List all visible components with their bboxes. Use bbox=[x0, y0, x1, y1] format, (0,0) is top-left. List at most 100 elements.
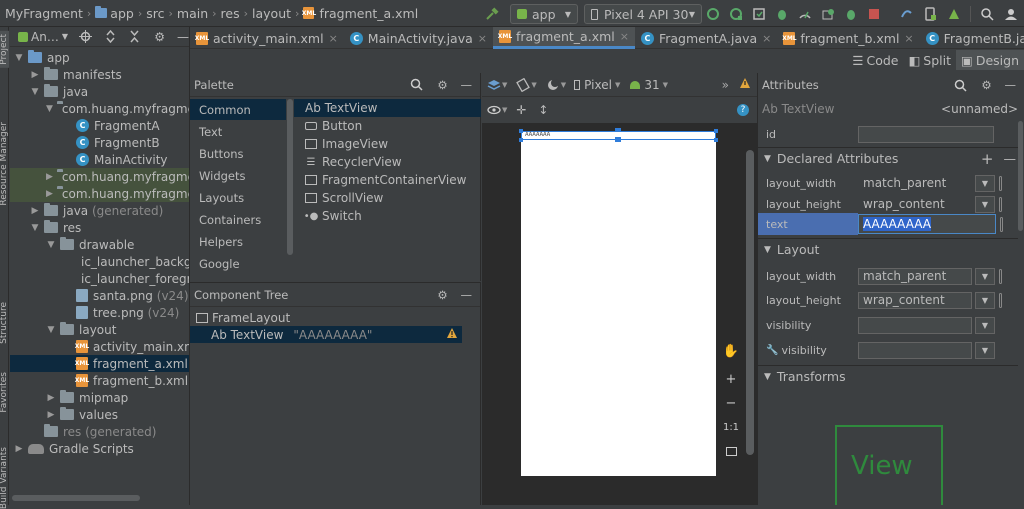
pan-hand-icon[interactable]: ✋ bbox=[720, 340, 742, 362]
tree-item-mainactivity[interactable]: C MainActivity bbox=[10, 151, 189, 168]
apply-changes-icon[interactable] bbox=[728, 6, 744, 22]
collapse-all-icon[interactable] bbox=[127, 29, 142, 45]
category-scrollbar[interactable] bbox=[287, 99, 293, 255]
warning-icon[interactable] bbox=[446, 327, 458, 342]
close-icon[interactable]: × bbox=[620, 30, 629, 43]
tab-fragmentb-java[interactable]: CFragmentB.java× bbox=[920, 27, 1024, 49]
id-input[interactable] bbox=[858, 125, 994, 143]
palette-item-scrollview[interactable]: ScrollView bbox=[294, 189, 481, 207]
breadcrumb-main[interactable]: main bbox=[177, 6, 208, 21]
palette-item-imageview[interactable]: ImageView bbox=[294, 135, 481, 153]
resource-picker-icon[interactable] bbox=[999, 175, 1002, 191]
breadcrumb-layout[interactable]: layout bbox=[252, 6, 291, 21]
attach-debugger-icon[interactable] bbox=[820, 6, 836, 22]
apply-code-changes-icon[interactable] bbox=[751, 6, 767, 22]
resource-picker-icon[interactable] bbox=[999, 196, 1002, 212]
search-icon[interactable] bbox=[953, 77, 969, 93]
more-icon[interactable]: » bbox=[722, 78, 729, 92]
minimize-icon[interactable]: — bbox=[1005, 78, 1017, 92]
close-icon[interactable]: × bbox=[762, 32, 771, 45]
vertical-distribute-icon[interactable]: ↕ bbox=[535, 102, 551, 118]
gear-icon[interactable]: ⚙ bbox=[979, 77, 995, 93]
attribute-value[interactable]: wrap_content bbox=[858, 291, 972, 309]
breadcrumb-res[interactable]: res bbox=[221, 6, 240, 21]
profile-icon[interactable] bbox=[797, 6, 813, 22]
palette-category-widgets[interactable]: Widgets bbox=[190, 165, 286, 186]
remove-attribute-icon[interactable]: — bbox=[1004, 151, 1017, 166]
tree-item-fragment-a-xml[interactable]: XML fragment_a.xml bbox=[10, 355, 189, 372]
resource-picker-icon[interactable] bbox=[999, 292, 1002, 308]
run-config-select[interactable]: app ▼ bbox=[510, 4, 578, 24]
attributes-scrollbar[interactable] bbox=[1018, 121, 1023, 231]
resource-manager-tool-tab[interactable]: Resource Manager bbox=[0, 122, 9, 206]
palette-category-layouts[interactable]: Layouts bbox=[190, 187, 286, 208]
tab-activity-main-xml[interactable]: XML activity_main.xml × bbox=[190, 27, 344, 49]
tree-item-values[interactable]: ▶ values bbox=[10, 406, 189, 423]
tree-item-layout[interactable]: ▼ layout bbox=[10, 321, 189, 338]
build-variants-tool-tab[interactable]: Build Variants bbox=[0, 447, 9, 509]
palette-category-text[interactable]: Text bbox=[190, 121, 286, 142]
api-level-select[interactable]: 31 ▼ bbox=[630, 78, 668, 92]
zoom-out-icon[interactable]: − bbox=[720, 392, 742, 414]
debug-bug-icon[interactable] bbox=[843, 6, 859, 22]
sdk-manager-icon[interactable] bbox=[946, 6, 962, 22]
warning-icon[interactable] bbox=[739, 77, 751, 92]
gear-icon[interactable]: ⚙ bbox=[435, 287, 451, 303]
layers-icon[interactable] bbox=[486, 77, 502, 93]
project-view-select[interactable]: An… ▼ bbox=[18, 30, 68, 44]
palette-item-button[interactable]: Button bbox=[294, 117, 481, 135]
rerun-icon[interactable] bbox=[705, 6, 721, 22]
text-value-field[interactable]: AAAAAAAA bbox=[858, 214, 996, 234]
tree-item-ic-launcher-background[interactable]: ic_launcher_backg bbox=[10, 253, 189, 270]
palette-category-helpers[interactable]: Helpers bbox=[190, 231, 286, 252]
layout-section[interactable]: ▼ Layout bbox=[758, 238, 1018, 260]
chevron-down-icon[interactable]: ▼ bbox=[975, 291, 995, 309]
attribute-value[interactable]: match_parent bbox=[858, 267, 972, 285]
palette-item-textview[interactable]: Ab TextView bbox=[294, 99, 481, 117]
tree-item-package[interactable]: ▼ com.huang.myfragme bbox=[10, 100, 189, 117]
locate-icon[interactable] bbox=[78, 29, 93, 45]
device-preview-screen[interactable]: AAAAAAA bbox=[519, 128, 718, 476]
breadcrumb-src[interactable]: src bbox=[146, 6, 164, 21]
palette-item-recyclerview[interactable]: ☰ RecyclerView bbox=[294, 153, 481, 171]
resize-handle[interactable] bbox=[714, 129, 718, 133]
declared-attributes-section[interactable]: ▼ Declared Attributes + — bbox=[758, 147, 1018, 169]
resize-handle[interactable] bbox=[714, 138, 718, 142]
tree-node-textview[interactable]: Ab TextView "AAAAAAAA" bbox=[190, 326, 462, 343]
device-select[interactable]: Pixel 4 API 30 ▼ bbox=[584, 4, 702, 24]
resize-handle[interactable] bbox=[519, 138, 523, 142]
chevron-down-icon[interactable]: ▼ bbox=[975, 195, 995, 213]
orientation-icon[interactable] bbox=[515, 77, 531, 93]
eye-icon[interactable] bbox=[486, 102, 502, 118]
tree-item-santa-png[interactable]: santa.png (v24) bbox=[10, 287, 189, 304]
tree-item-package-test[interactable]: ▶ com.huang.myfragme bbox=[10, 185, 189, 202]
tree-item-java[interactable]: ▼ java bbox=[10, 83, 189, 100]
transforms-section[interactable]: ▼ Transforms bbox=[758, 365, 1018, 387]
attribute-value[interactable]: wrap_content bbox=[858, 196, 972, 213]
sync-gradle-icon[interactable] bbox=[898, 6, 914, 22]
hammer-icon[interactable] bbox=[484, 6, 500, 22]
tree-item-java-generated[interactable]: ▶ java (generated) bbox=[10, 202, 189, 219]
tree-item-fragmenta[interactable]: C FragmentA bbox=[10, 117, 189, 134]
chevron-down-icon[interactable]: ▼ bbox=[975, 341, 995, 359]
tab-fragment-a-xml[interactable]: XML fragment_a.xml × bbox=[492, 27, 635, 49]
stop-icon[interactable] bbox=[866, 6, 882, 22]
close-icon[interactable]: × bbox=[478, 32, 487, 45]
code-mode-button[interactable]: ☰ Code bbox=[847, 50, 903, 70]
user-icon[interactable] bbox=[1003, 6, 1019, 22]
minimize-icon[interactable]: — bbox=[461, 78, 473, 92]
gear-icon[interactable]: ⚙ bbox=[152, 29, 167, 45]
chevron-down-icon[interactable]: ▼ bbox=[975, 174, 995, 192]
search-icon[interactable] bbox=[979, 6, 995, 22]
add-attribute-icon[interactable]: + bbox=[981, 150, 994, 168]
zoom-to-fit-icon[interactable] bbox=[720, 440, 742, 462]
resize-handle[interactable] bbox=[615, 137, 621, 142]
tree-item-gradle-scripts[interactable]: ▶ Gradle Scripts bbox=[10, 440, 189, 457]
minimize-icon[interactable]: — bbox=[461, 288, 473, 302]
breadcrumb-project[interactable]: MyFragment bbox=[5, 6, 83, 21]
close-icon[interactable]: × bbox=[904, 32, 913, 45]
palette-category-buttons[interactable]: Buttons bbox=[190, 143, 286, 164]
canvas-vertical-scrollbar[interactable] bbox=[746, 150, 754, 455]
tree-item-drawable[interactable]: ▼ drawable bbox=[10, 236, 189, 253]
tree-item-fragment-b-xml[interactable]: XML fragment_b.xml bbox=[10, 372, 189, 389]
